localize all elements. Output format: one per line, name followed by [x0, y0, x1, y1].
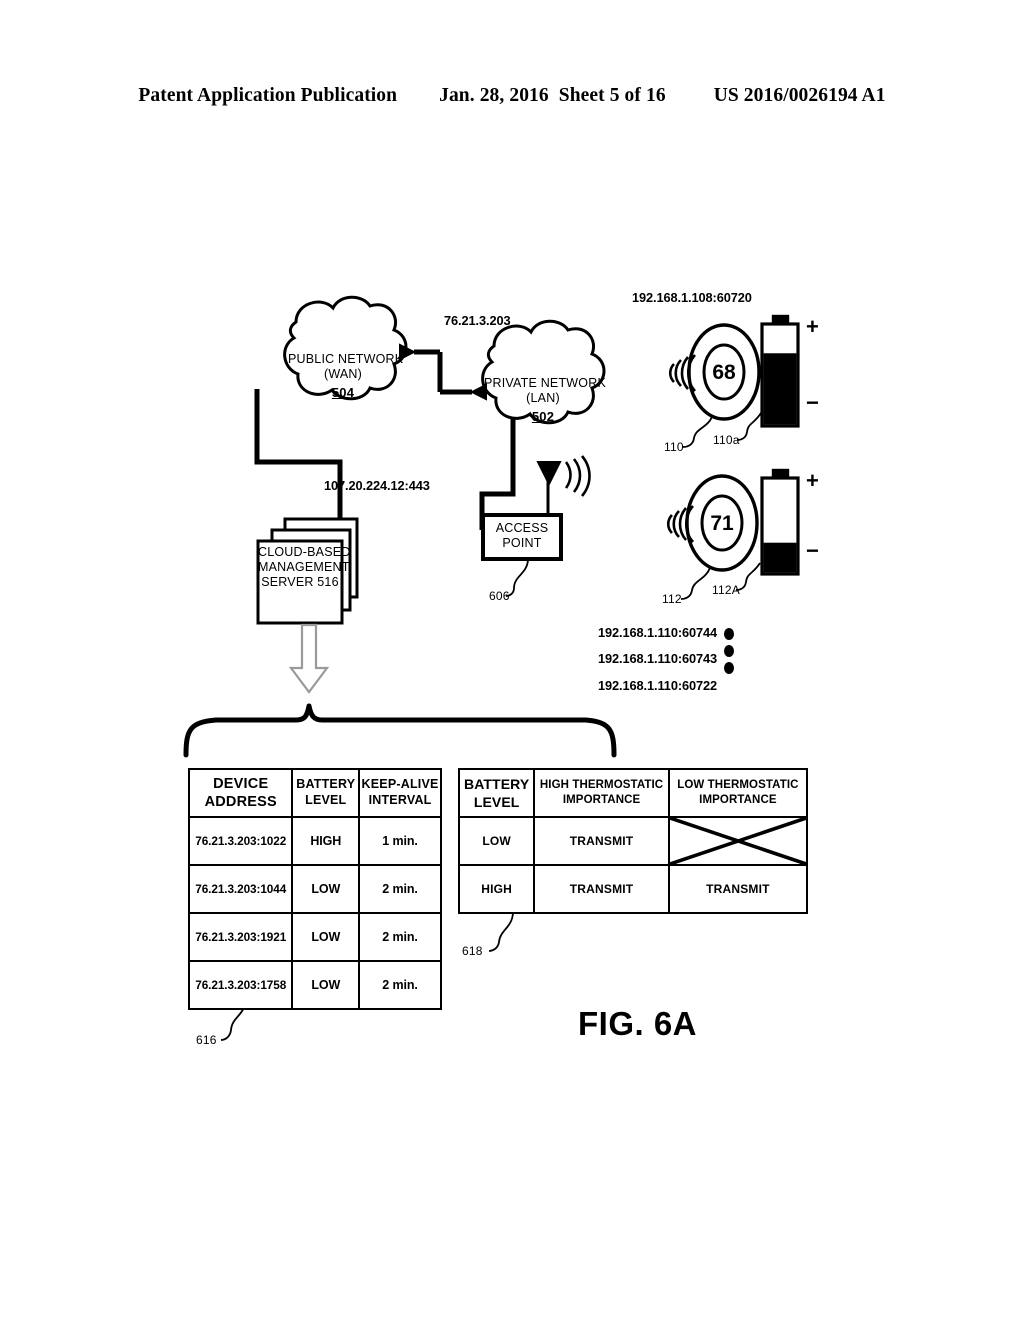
ref-110a-leader [736, 412, 762, 441]
col-header-device-address-line1: DEVICE [213, 775, 269, 792]
col-header-battery-level-line2: LEVEL [473, 794, 520, 810]
cell-device-address: 76.21.3.203:1758 [187, 960, 294, 1010]
col-header-device-address-line2: ADDRESS [204, 794, 277, 810]
battery-110a-fill [763, 353, 797, 425]
cell-device-address: 76.21.3.203:1921 [187, 912, 294, 962]
col-header-battery-level-line1: BATTERY [464, 775, 530, 792]
cell-battery-level: LOW [291, 864, 361, 914]
ref-112-label: 112 [662, 592, 682, 606]
cell-low-importance: TRANSMIT [667, 864, 809, 914]
battery-112a-cap [771, 468, 790, 480]
wan-to-server-line [254, 389, 343, 520]
table-618-header-row: BATTERY LEVEL HIGH THERMOSTATIC IMPORTAN… [457, 768, 809, 818]
col-header-device-address: DEVICE ADDRESS [187, 768, 294, 818]
cell-battery-level: LOW [291, 960, 361, 1010]
ref-606-label: 606 [489, 589, 510, 603]
cell-low-importance-crossed [667, 816, 809, 866]
cell-high-importance: TRANSMIT [533, 864, 670, 914]
extra-address-3: 192.168.1.110:60722 [598, 678, 718, 693]
battery-110a-cap [771, 314, 790, 326]
col-header-battery-level: BATTERY LEVEL [457, 768, 536, 818]
ref-110-leader [682, 416, 713, 448]
private-network-line1: PRIVATE NETWORK [484, 376, 606, 390]
thermostat-112-temperature: 71 [710, 512, 734, 535]
access-point-line1: ACCESS [495, 521, 549, 535]
col-header-keep-alive: KEEP-ALIVE INTERVAL [358, 768, 442, 818]
cell-keep-alive: 2 min. [358, 864, 442, 914]
table-row: 76.21.3.203:1044 LOW 2 min. [187, 864, 442, 914]
col-header-low-importance-line1: LOW THERMOSTATIC [677, 779, 799, 792]
public-network-line2: (WAN) [323, 366, 363, 381]
col-header-battery-level-line2: LEVEL [305, 793, 347, 807]
hollow-down-arrow [288, 623, 330, 694]
table-row: 76.21.3.203:1758 LOW 2 min. [187, 960, 442, 1010]
thermostat-110-temperature: 68 [712, 361, 736, 384]
figure-vector-layer [183, 295, 800, 1041]
private-network-line2: (LAN) [526, 390, 560, 405]
public-network-line1: PUBLIC NETWORK [288, 352, 404, 366]
table-616-header-row: DEVICE ADDRESS BATTERY LEVEL KEEP-ALIVE … [187, 768, 442, 818]
access-point-label: ACCESS POINT [483, 521, 561, 551]
cell-battery-level: HIGH [291, 816, 361, 866]
battery-110a-minus-sign: − [806, 390, 819, 415]
table-row: HIGH TRANSMIT TRANSMIT [457, 864, 809, 914]
col-header-high-importance-line1: HIGH THERMOSTATIC [539, 779, 664, 792]
table-row: 76.21.3.203:1921 LOW 2 min. [187, 912, 442, 962]
battery-110a-plus-sign: + [806, 314, 819, 339]
cloud-server-label: CLOUD-BASED MANAGEMENT SERVER 516 [258, 545, 350, 589]
col-header-high-thermostatic-importance: HIGH THERMOSTATIC IMPORTANCE [533, 768, 670, 818]
cell-battery-level: LOW [291, 912, 361, 962]
ref-110-label: 110 [664, 440, 684, 454]
figure-title: FIG. 6A [578, 1005, 698, 1042]
col-header-keep-alive-line1: KEEP-ALIVE [361, 777, 439, 792]
battery-112a-fill [763, 542, 797, 573]
vertical-ellipsis-icon [724, 628, 734, 674]
cell-keep-alive: 2 min. [358, 960, 442, 1010]
cell-battery-level: HIGH [457, 864, 536, 914]
cell-keep-alive: 2 min. [358, 912, 442, 962]
public-network-ref: 504 [331, 384, 355, 400]
private-network-ref: 502 [531, 408, 555, 424]
antenna-triangle-icon [536, 461, 562, 487]
access-point-line2: POINT [502, 535, 542, 550]
section-brace [183, 703, 617, 758]
cross-out-icon [669, 818, 806, 864]
access-point-radio-waves [564, 455, 591, 497]
ref-616-label: 616 [196, 1033, 217, 1047]
ref-618-leader [488, 912, 514, 952]
battery-112a-minus-sign: − [806, 538, 819, 563]
cell-keep-alive: 1 min. [358, 816, 442, 866]
transmission-policy-table: BATTERY LEVEL HIGH THERMOSTATIC IMPORTAN… [457, 768, 809, 914]
battery-112a-plus-sign: + [806, 468, 819, 493]
ref-618-label: 618 [462, 944, 483, 958]
ref-112a-label: 112A [712, 583, 740, 597]
col-header-low-importance-line2: IMPORTANCE [699, 794, 777, 806]
cloud-server-line2: MANAGEMENT [258, 559, 350, 574]
cell-battery-level: LOW [457, 816, 536, 866]
col-header-high-importance-line2: IMPORTANCE [562, 794, 641, 806]
server-address-label: 107.20.224.12:443 [324, 478, 430, 493]
extra-address-1: 192.168.1.110:60744 [598, 625, 718, 640]
col-header-low-thermostatic-importance: LOW THERMOSTATIC IMPORTANCE [667, 768, 809, 818]
patent-figure-6a: PUBLIC NETWORK (WAN) 504 PRIVATE NETWORK… [0, 0, 1024, 1320]
cell-device-address: 76.21.3.203:1022 [187, 816, 294, 866]
table-row: LOW TRANSMIT [457, 816, 809, 866]
cloud-server-line1: CLOUD-BASED [258, 545, 351, 559]
table-row: 76.21.3.203:1022 HIGH 1 min. [187, 816, 442, 866]
col-header-keep-alive-line2: INTERVAL [368, 793, 432, 807]
ref-112-leader [680, 567, 711, 600]
public-network-label: PUBLIC NETWORK (WAN) 504 [288, 352, 403, 400]
ref-110a-label: 110a [713, 433, 740, 447]
extra-address-2: 192.168.1.110:60743 [598, 651, 718, 666]
col-header-battery-level: BATTERY LEVEL [291, 768, 361, 818]
private-network-label: PRIVATE NETWORK (LAN) 502 [484, 376, 606, 424]
device-address-table: DEVICE ADDRESS BATTERY LEVEL KEEP-ALIVE … [187, 768, 442, 1010]
col-header-battery-level-line1: BATTERY [296, 777, 356, 792]
cell-device-address: 76.21.3.203:1044 [187, 864, 294, 914]
cloud-server-line3: SERVER 516 [261, 574, 339, 589]
cell-high-importance: TRANSMIT [533, 816, 670, 866]
device-110-address-label: 192.168.1.108:60720 [632, 290, 752, 305]
wan-lan-address-label: 76.21.3.203 [444, 313, 511, 328]
